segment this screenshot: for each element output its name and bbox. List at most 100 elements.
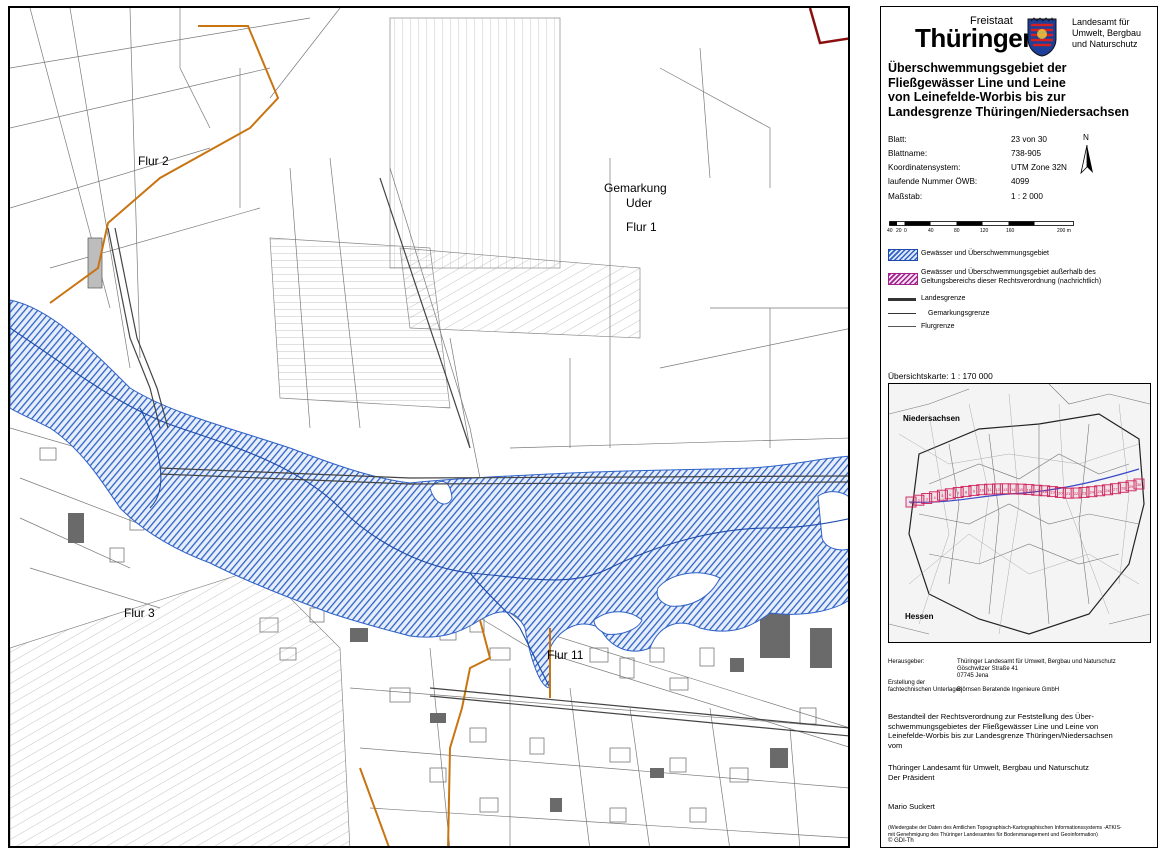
main-map[interactable]: Flur 2 Gemarkung Uder Flur 1 Flur 3 Flur… [8,6,850,848]
imprint-erstellung-label: Erstellung der fachtechnischen Unterlage… [888,680,964,694]
overview-sheet-number: 14 [1011,487,1016,492]
scale-tick-1: 40 [887,228,893,234]
scale-bar: 40 20 0 40 80 120 160 200 m [887,221,1074,235]
label-uder: Uder [626,196,653,210]
legend-panel: Freistaat Thüringen Landesamt für Umwelt… [880,6,1158,848]
overview-sheet-number: 17 [1035,488,1040,493]
imprint-herausgeber-label: Herausgeber: [888,659,925,665]
legend-text-flood: Gewässer und Überschwemmungsgebiet [921,250,1050,257]
info-label-blattname: Blattname: [888,149,928,158]
land-border [808,8,848,45]
overview-sheet-number: 19 [1050,490,1055,495]
overview-title: Übersichtskarte: 1 : 170 000 [888,371,993,381]
scale-tick-4: 40 [928,228,934,234]
overview-sheet-number: 25 [1097,489,1102,494]
imprint-erstellung-value: Björnsen Beratende Ingenieure GmbH [957,687,1060,693]
authority-line-1: Thüringer Landesamt für Umwelt, Bergbau … [888,763,1089,772]
signature-name: Mario Suckert [888,802,935,811]
label-flur-1: Flur 1 [626,220,657,234]
legend-symbol-gemarkungsgrenze [888,313,916,314]
legend-text-flurgrenze: Flurgrenze [921,323,955,330]
legend-symbol-landesgrenze [888,298,916,301]
overview-sheet-number: 13 [1003,487,1008,492]
overview-label-hessen: Hessen [905,612,934,621]
overview-sheet-number: 16 [1027,488,1032,493]
north-label: N [1083,133,1089,142]
scale-tick-5: 80 [954,228,960,234]
imprint-herausgeber-value: Thüringer Landesamt für Umwelt, Bergbau … [957,659,1116,680]
title-line-2: Fließgewässer Line und Leine [888,75,1066,90]
erstellung-line-1: Erstellung der [888,680,926,686]
scale-tick-8: 200 m [1057,228,1071,234]
overview-sheet-number: 21 [1066,491,1071,496]
info-value-massstab: 1 : 2 000 [1011,192,1043,201]
herausgeber-line-1: Thüringer Landesamt für Umwelt, Bergbau … [957,659,1116,665]
title-line-1: Überschwemmungsgebiet der [888,61,1067,75]
label-flur-2: Flur 2 [138,154,169,168]
brand-thueringen: Thüringen [915,23,1038,53]
scale-tick-3: 0 [904,228,907,234]
herausgeber-line-3: 07745 Jena [957,673,989,679]
label-flur-3: Flur 3 [124,606,155,620]
info-label-owb: laufende Nummer ÖWB: [888,177,978,186]
agency-line-2: Umwelt, Bergbau [1072,28,1142,38]
regulation-statement: Bestandteil der Rechtsverordnung zur Fes… [888,712,1113,750]
overview-sheet-number: 30 [1137,482,1142,487]
label-flur-11: Flur 11 [547,648,584,662]
scale-tick-2: 20 [896,228,902,234]
overview-sheet-number: 24 [1090,490,1095,495]
legend-symbol-flurgrenze [888,326,916,327]
overview-sheet-number: 23 [1082,490,1087,495]
overview-roads [898,393,1140,635]
footnote-line-3: © GDI-Th [888,838,914,844]
info-value-blatt: 23 von 30 [1011,135,1047,144]
overview-sheet-number: 29 [1129,484,1134,489]
agency-line-3: und Naturschutz [1072,39,1138,49]
footnote-line-1: (Wiedergabe der Daten des Amtlichen Topo… [888,825,1122,831]
info-label-blatt: Blatt: [888,135,907,144]
overview-sheet-number: 15 [1019,487,1024,492]
overview-sheet-number: 26 [1105,488,1110,493]
info-value-koordinatensystem: UTM Zone 32N [1011,163,1067,172]
info-label-koordinatensystem: Koordinatensystem: [888,163,961,172]
info-value-blattname: 738-905 [1011,149,1042,158]
north-arrow-icon [1080,144,1094,175]
legend-text-landesgrenze: Landesgrenze [921,295,966,302]
map-title: Überschwemmungsgebiet der Fließgewässer … [888,61,1129,119]
agency-name: Landesamt für Umwelt, Bergbau und Naturs… [1072,17,1141,50]
title-line-4: Landesgrenze Thüringen/Niedersachsen [888,104,1130,119]
footnote: (Wiedergabe der Daten des Amtlichen Topo… [888,825,1122,845]
overview-sheet-number: 10 [980,488,985,493]
info-label-massstab: Maßstab: [888,192,923,201]
legend-text-outside: Gewässer und Überschwemmungsgebiet außer… [921,269,1102,285]
statement-line-3: Leinefelde-Worbis bis zur Landesgrenze T… [888,731,1113,740]
label-gemarkung: Gemarkung [604,181,667,195]
title-line-3: von Leinefelde-Worbis bis zur [888,90,1066,104]
overview-sheet-number: 20 [1058,490,1063,495]
overview-sheet-number: 18 [1042,489,1047,494]
statement-line-4: vom [888,740,903,750]
info-value-owb: 4099 [1011,177,1030,186]
legend-swatch-flood [888,249,918,261]
herausgeber-line-2: Göschwitzer Straße 41 [957,666,1019,672]
statement-line-1: Bestandteil der Rechtsverordnung zur Fes… [888,712,1094,721]
scale-tick-7: 160 [1006,228,1015,234]
overview-sheet-number: 22 [1074,491,1079,496]
thuringia-coat-of-arms-icon [1026,17,1058,57]
authority-line-2: Der Präsident [888,772,935,782]
statement-line-2: schwemmungsgebietes der Fließgewässer Li… [888,721,1099,731]
overview-label-niedersachsen: Niedersachsen [903,414,960,423]
authority: Thüringer Landesamt für Umwelt, Bergbau … [888,763,1089,782]
legend-text-gemarkungsgrenze: Gemarkungsgrenze [928,310,990,317]
erstellung-line-2: fachtechnischen Unterlagen: [888,687,965,693]
overview-sheet-number: 28 [1121,485,1126,490]
overview-sheet-number: 12 [995,487,1000,492]
overview-sheet-number: 27 [1113,487,1118,492]
legend-swatch-outside [888,273,918,285]
map-canvas[interactable] [10,8,850,848]
scale-tick-6: 120 [980,228,989,234]
overview-sheet-frames: 1 2 3 4 5 6 7 8 9 10 11 12 13 14 15 16 17 18 19 20 21 22 23 24 2… [905,478,1145,508]
footnote-line-2: mit Genehmigung des Thüringer Landesamte… [888,831,1098,838]
agency-line-1: Landesamt für [1072,17,1130,27]
overview-map[interactable]: 1 2 3 4 5 6 7 8 9 10 11 12 13 14 15 16 17 18 19 20 21 22 23 24 2… [888,383,1151,643]
